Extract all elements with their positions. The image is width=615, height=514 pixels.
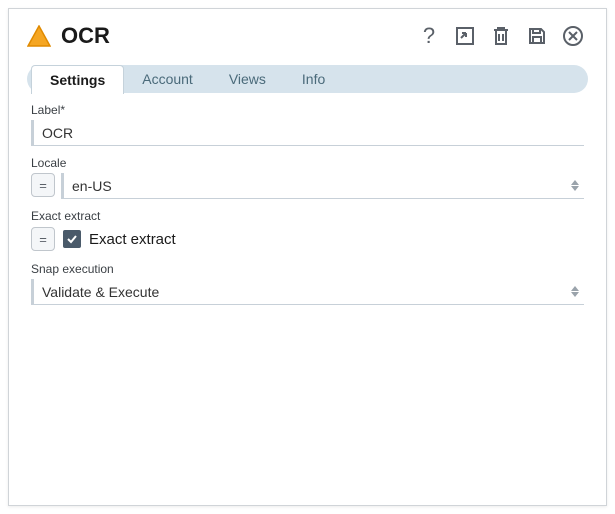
locale-expression-button[interactable]: = bbox=[31, 173, 55, 197]
label-input[interactable] bbox=[31, 120, 584, 146]
chevron-down-icon[interactable] bbox=[571, 292, 579, 297]
header-left: OCR bbox=[27, 23, 110, 49]
tab-account[interactable]: Account bbox=[124, 65, 211, 93]
locale-select[interactable]: en-US bbox=[61, 173, 584, 199]
help-button[interactable]: ? bbox=[414, 21, 444, 51]
snap-execution-select-value: Validate & Execute bbox=[34, 284, 570, 300]
tab-bar: Settings Account Views Info bbox=[27, 65, 588, 93]
snap-execution-select[interactable]: Validate & Execute bbox=[31, 279, 584, 305]
exact-extract-field-label: Exact extract bbox=[31, 209, 584, 223]
locale-select-value: en-US bbox=[64, 178, 570, 194]
header-toolbar: ? bbox=[414, 21, 588, 51]
delete-button[interactable] bbox=[486, 21, 516, 51]
settings-form: Label* Locale = en-US Exact extract bbox=[27, 103, 588, 305]
snap-execution-spinner bbox=[570, 286, 584, 297]
panel-header: OCR ? bbox=[27, 21, 588, 51]
exact-extract-checkbox-label: Exact extract bbox=[89, 231, 176, 248]
chevron-up-icon[interactable] bbox=[571, 180, 579, 185]
snap-execution-field: Snap execution Validate & Execute bbox=[31, 262, 584, 305]
label-field: Label* bbox=[31, 103, 584, 146]
snap-execution-field-label: Snap execution bbox=[31, 262, 584, 276]
panel-title: OCR bbox=[61, 23, 110, 49]
svg-text:?: ? bbox=[423, 24, 435, 48]
tab-settings[interactable]: Settings bbox=[31, 65, 124, 94]
close-button[interactable] bbox=[558, 21, 588, 51]
chevron-down-icon[interactable] bbox=[571, 186, 579, 191]
exact-extract-checkbox[interactable] bbox=[63, 230, 81, 248]
triangle-icon bbox=[27, 25, 51, 47]
label-field-label: Label* bbox=[31, 103, 584, 117]
expand-button[interactable] bbox=[450, 21, 480, 51]
exact-extract-expression-button[interactable]: = bbox=[31, 227, 55, 251]
settings-panel: OCR ? bbox=[8, 8, 607, 506]
locale-spinner bbox=[570, 180, 584, 191]
chevron-up-icon[interactable] bbox=[571, 286, 579, 291]
exact-extract-field: Exact extract = Exact extract bbox=[31, 209, 584, 252]
locale-field: Locale = en-US bbox=[31, 156, 584, 199]
locale-field-label: Locale bbox=[31, 156, 584, 170]
save-button[interactable] bbox=[522, 21, 552, 51]
tab-views[interactable]: Views bbox=[211, 65, 284, 93]
tab-info[interactable]: Info bbox=[284, 65, 343, 93]
